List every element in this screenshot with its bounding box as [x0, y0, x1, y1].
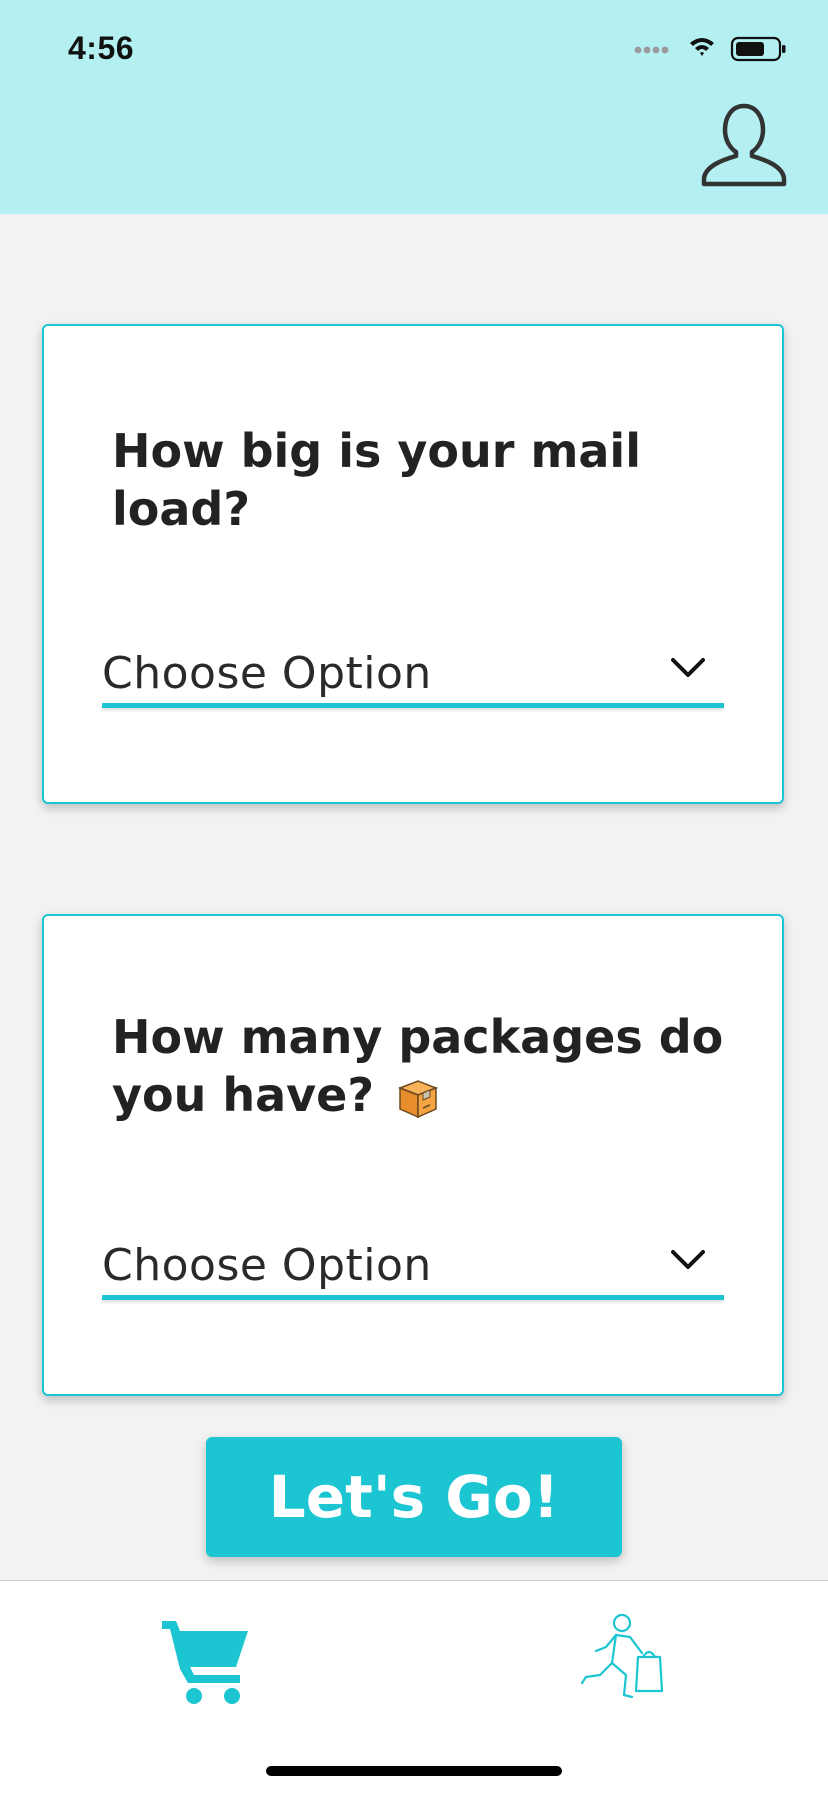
- chevron-down-icon: [671, 658, 705, 677]
- courier-runner-icon[interactable]: [576, 1613, 668, 1709]
- user-profile-icon[interactable]: [696, 100, 792, 190]
- shopping-cart-icon[interactable]: [160, 1615, 252, 1707]
- wifi-icon: [690, 38, 714, 56]
- status-icons: [634, 36, 786, 62]
- mail-load-question: How big is your mail load?: [112, 424, 641, 536]
- packages-select[interactable]: Choose Option: [102, 1234, 724, 1300]
- mail-load-card: How big is your mail load? Choose Option: [42, 324, 784, 804]
- status-time: 4:56: [68, 30, 135, 66]
- select-underline: [102, 1295, 724, 1300]
- app-header: 4:56: [0, 0, 828, 214]
- signal-icon: [634, 46, 669, 54]
- mail-load-select-value: Choose Option: [102, 648, 432, 699]
- packages-question: How many packages do you have?: [112, 1008, 752, 1124]
- home-indicator: [266, 1766, 562, 1776]
- chevron-down-icon: [671, 1250, 705, 1269]
- packages-card: How many packages do you have? Choose Op…: [42, 914, 784, 1396]
- lets-go-button[interactable]: Let's Go!: [206, 1437, 622, 1557]
- packages-select-value: Choose Option: [102, 1240, 432, 1291]
- package-box-icon: [397, 1079, 439, 1118]
- bottom-tab-bar: [0, 1580, 828, 1793]
- mail-load-select[interactable]: Choose Option: [102, 642, 724, 708]
- battery-icon: [730, 36, 786, 62]
- select-underline: [102, 703, 724, 708]
